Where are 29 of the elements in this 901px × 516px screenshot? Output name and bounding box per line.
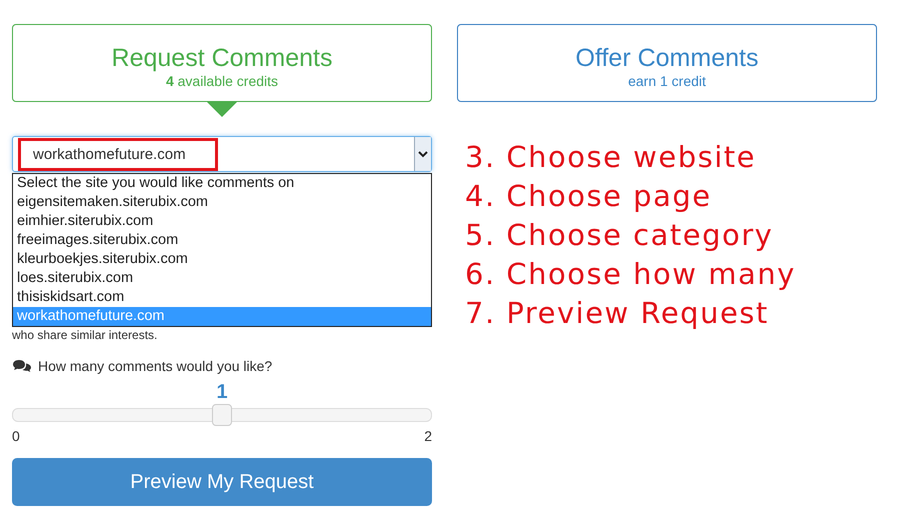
card-title: Offer Comments [574,43,760,73]
card-title: Request Comments [110,43,334,73]
select-value: workathomefuture.com [18,138,218,170]
card-subtitle: 4 available credits [164,73,280,90]
step-text: 5. Choose category [465,217,774,254]
card-subtitle: earn 1 credit [627,73,707,90]
comments-icon [12,359,32,373]
dropdown-option[interactable]: loes.siterubix.com [13,269,431,288]
site-select[interactable]: workathomefuture.com [12,136,432,172]
dropdown-option[interactable]: thisiskidsart.com [13,288,431,307]
step-text: 4. Choose page [465,178,713,215]
slider-max: 2 [424,428,432,444]
hint-text: who share similar interests. [12,328,158,342]
slider-min: 0 [12,428,20,444]
dropdown-option[interactable]: Select the site you would like comments on [13,174,431,193]
preview-button[interactable]: Preview My Request [12,458,432,506]
tab-card[interactable]: Offer Comments earn 1 credit [457,24,877,102]
step-text: 6. Choose how many [465,256,796,293]
slider-thumb[interactable] [212,404,232,426]
caret-icon [414,137,431,171]
slider-value: 1 [215,380,229,404]
dropdown-option[interactable]: kleurboekjes.siterubix.com [13,250,431,269]
dropdown-option[interactable]: freeimages.siterubix.com [13,231,431,250]
dropdown-option[interactable]: eimhier.siterubix.com [13,212,431,231]
step-text: 7. Preview Request [465,295,770,332]
dropdown-option[interactable]: eigensitemaken.siterubix.com [13,193,431,212]
question-label: How many comments would you like? [38,358,272,374]
pointer-icon [207,102,237,117]
step-text: 3. Choose website [465,139,758,176]
